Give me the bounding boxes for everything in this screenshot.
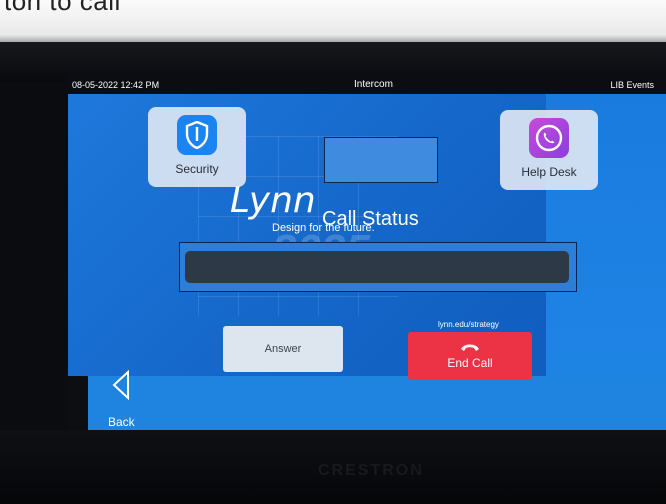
top-status-bar: 08-05-2022 12:42 PM Intercom LIB Events (68, 76, 666, 94)
end-call-button[interactable]: End Call (408, 332, 532, 380)
back-arrow-icon (112, 370, 129, 400)
background-url: lynn.edu/strategy (438, 320, 499, 329)
call-status-frame (179, 242, 577, 292)
photo-caption-text: ton to call (4, 0, 121, 16)
back-button[interactable]: Back (96, 362, 146, 432)
touch-screen: 2025 Lynn Design for the future. lynn.ed… (68, 76, 666, 432)
shield-icon (177, 115, 217, 155)
help-desk-tile-label: Help Desk (521, 165, 577, 179)
video-preview-box (324, 137, 438, 183)
datetime-label: 08-05-2022 12:42 PM (72, 80, 160, 90)
bottom-panel (68, 376, 666, 432)
phone-icon (529, 118, 569, 158)
hang-up-icon (461, 344, 479, 351)
end-call-label: End Call (447, 356, 493, 370)
back-label: Back (108, 415, 135, 429)
security-tile-button[interactable]: Security (148, 107, 246, 187)
answer-button[interactable]: Answer (223, 326, 343, 372)
device-brand-logo: CRESTRON (318, 462, 424, 479)
call-status-field (185, 251, 569, 283)
room-name-label: LIB Events (610, 80, 654, 90)
left-edge-strip (68, 376, 88, 432)
security-tile-label: Security (175, 162, 219, 176)
help-desk-tile-button[interactable]: Help Desk (500, 110, 598, 190)
call-status-label: Call Status (322, 208, 419, 230)
page-title: Intercom (354, 79, 393, 90)
background-wordmark: Lynn (230, 180, 316, 221)
